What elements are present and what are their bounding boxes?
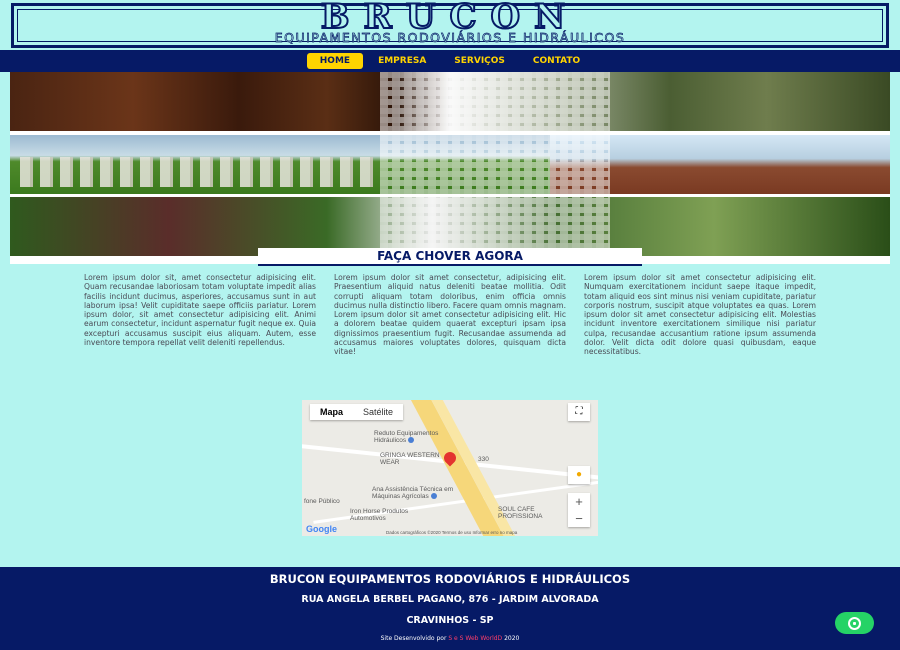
footer-company: BRUCON EQUIPAMENTOS RODOVIÁRIOS E HIDRÁU… [269, 572, 631, 586]
banner-title: FAÇA CHOVER AGORA [377, 249, 523, 263]
content-columns: Lorem ipsum dolor sit, amet consectetur … [84, 273, 816, 357]
fullscreen-icon[interactable]: ⛶ [568, 403, 590, 421]
site-footer: BRUCON EQUIPAMENTOS RODOVIÁRIOS E HIDRÁU… [0, 567, 900, 650]
poi-marker-icon [408, 437, 415, 444]
map-attribution[interactable]: Dados cartográficos ©2020 Termos de uso … [386, 530, 517, 535]
poi-marker-icon [430, 493, 437, 500]
banner-herd [20, 157, 380, 187]
map-poi[interactable]: Iron Horse Produtos Automotivos [350, 508, 420, 522]
map-poi[interactable]: Reduto Equipamentos Hidráulicos [374, 430, 444, 444]
whatsapp-button[interactable] [835, 612, 874, 634]
footer-address: RUA ANGELA BERBEL PAGANO, 876 - JARDIM A… [301, 594, 599, 605]
header: BRUCON EQUIPAMENTOS RODOVIÁRIOS E HIDRÁU… [0, 0, 900, 52]
map-type-map-button[interactable]: Mapa [310, 404, 353, 420]
zoom-control: + − [568, 493, 590, 527]
nav-contato[interactable]: CONTATO [520, 53, 593, 69]
nav-home[interactable]: HOME [306, 53, 364, 69]
map-type-control: Mapa Satélite [310, 404, 404, 420]
banner-title-box: FAÇA CHOVER AGORA [258, 248, 642, 266]
nav-empresa[interactable]: EMPRESA [365, 53, 439, 69]
text-column-1: Lorem ipsum dolor sit, amet consectetur … [84, 273, 316, 348]
text-column-3: Lorem ipsum dolor sit amet consectetur a… [584, 273, 816, 357]
map-poi[interactable]: Ana Assistência Técnica em Máquinas Agrí… [372, 486, 482, 500]
footer-city: CRAVINHOS - SP [406, 615, 494, 626]
map-type-satellite-button[interactable]: Satélite [353, 404, 403, 420]
nav-servicos[interactable]: SERVIÇOS [441, 53, 518, 69]
logo[interactable]: BRUCON EQUIPAMENTOS RODOVIÁRIOS E HIDRÁU… [11, 0, 889, 48]
footer-credit: Site Desenvolvido por S e S Web WorldD 2… [0, 635, 900, 642]
credit-year: 2020 [504, 635, 520, 642]
zoom-out-icon[interactable]: − [568, 510, 590, 527]
whatsapp-icon [848, 616, 861, 630]
banner-mosaic-overlay [380, 72, 610, 257]
google-map[interactable]: Mapa Satélite ⛶ Reduto Equipamentos Hidr… [302, 400, 598, 536]
map-poi[interactable]: fone Público [304, 498, 340, 505]
map-poi[interactable]: GRINGA WESTERN WEAR [380, 452, 442, 466]
google-logo: Google [306, 524, 337, 534]
hero-banner: FAÇA CHOVER AGORA [10, 72, 890, 266]
logo-subtitle: EQUIPAMENTOS RODOVIÁRIOS E HIDRÁULICOS [274, 30, 626, 46]
text-column-2: Lorem ipsum dolor sit amet consectetur, … [334, 273, 566, 357]
map-poi[interactable]: SOUL CAFE PROFISSIONA [498, 506, 558, 520]
map-road-label: 330 [478, 456, 489, 463]
logo-title: BRUCON [320, 0, 580, 37]
zoom-in-icon[interactable]: + [568, 493, 590, 510]
pegman-icon[interactable]: ● [568, 466, 590, 484]
credit-link[interactable]: S e S Web WorldD [448, 635, 502, 642]
credit-prefix: Site Desenvolvido por [380, 635, 447, 642]
main-nav: HOME EMPRESA SERVIÇOS CONTATO [0, 50, 900, 72]
